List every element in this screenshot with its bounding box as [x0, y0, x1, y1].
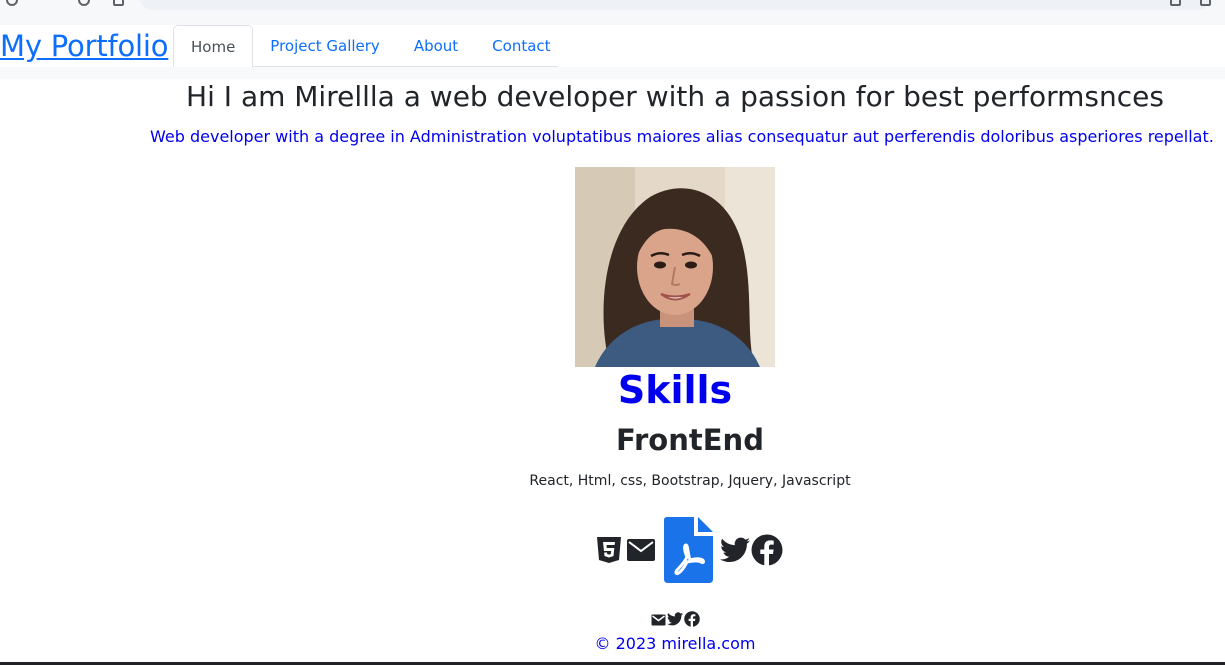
- window-icon[interactable]: [1200, 0, 1211, 6]
- tab-contact[interactable]: Contact: [475, 25, 567, 67]
- reload-icon[interactable]: [78, 0, 90, 6]
- footer-copyright[interactable]: © 2023 mirella.com: [575, 634, 775, 653]
- browser-chrome: [0, 0, 1225, 25]
- html5-icon[interactable]: [596, 536, 622, 564]
- search-icon[interactable]: [6, 0, 18, 6]
- tab-project-gallery[interactable]: Project Gallery: [253, 25, 397, 67]
- footer-social-icons: [651, 611, 700, 631]
- frontend-heading: FrontEnd: [616, 423, 764, 457]
- profile-photo: [575, 167, 775, 367]
- nav-tabs: Home Project Gallery About Contact: [173, 25, 558, 68]
- tab-about[interactable]: About: [397, 25, 475, 67]
- skills-icon-row: [596, 517, 783, 583]
- twitter-icon[interactable]: [720, 537, 750, 563]
- facebook-icon[interactable]: [684, 611, 700, 631]
- facebook-icon[interactable]: [751, 534, 783, 566]
- email-icon[interactable]: [651, 611, 666, 631]
- page-title: Hi I am Mirellla a web developer with a …: [186, 80, 1164, 113]
- navbar: My Portfolio Home Project Gallery About …: [0, 25, 1225, 68]
- email-icon[interactable]: [626, 538, 656, 562]
- window-icon[interactable]: [1170, 0, 1181, 6]
- skills-heading: Skills: [617, 368, 733, 412]
- navbar-shadow: [0, 67, 1225, 79]
- address-bar[interactable]: [140, 0, 1210, 10]
- site-info-icon[interactable]: [113, 0, 124, 6]
- tab-home[interactable]: Home: [173, 25, 254, 68]
- twitter-icon[interactable]: [667, 611, 683, 631]
- brand-link[interactable]: My Portfolio: [0, 29, 169, 63]
- intro-text: Web developer with a degree in Administr…: [150, 127, 1214, 146]
- frontend-skills-list: React, Html, css, Bootstrap, Jquery, Jav…: [529, 473, 851, 489]
- pdf-icon[interactable]: [664, 517, 713, 583]
